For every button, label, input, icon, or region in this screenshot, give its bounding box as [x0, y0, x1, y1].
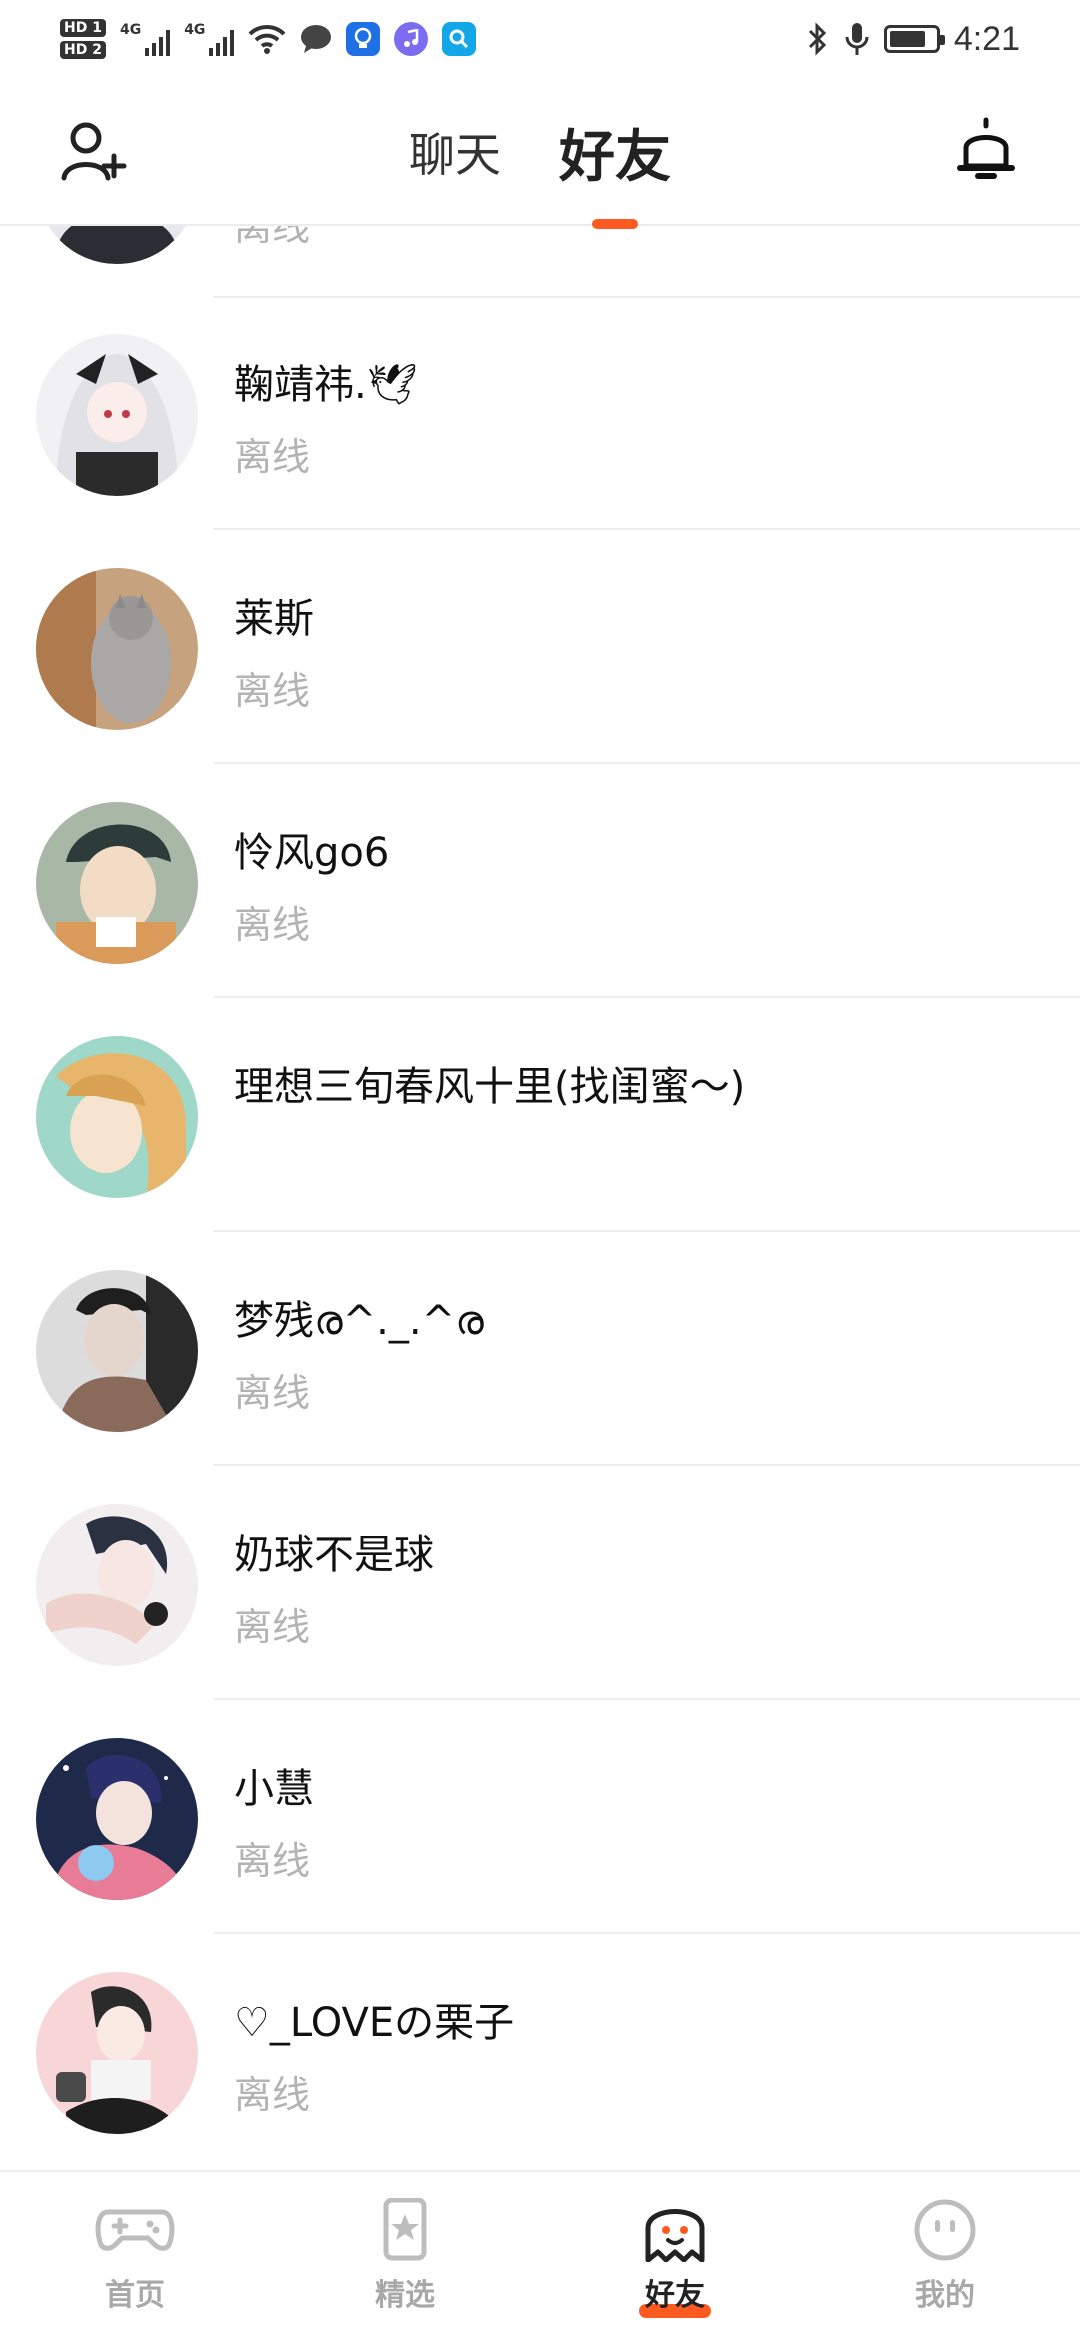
friend-row[interactable]: 鞠靖祎.🕊 离线	[0, 298, 1080, 530]
friend-status: 离线	[234, 1839, 311, 1883]
signal-icon: 4G	[184, 22, 235, 56]
friend-row[interactable]: ♡_LOVEの栗子 离线	[0, 1936, 1080, 2168]
nav-me[interactable]: 我的	[845, 2172, 1045, 2314]
lightbulb-app-icon	[346, 22, 381, 56]
friend-row[interactable]: 理想三旬春风十里(找闺蜜～)	[0, 1000, 1080, 1232]
friend-status: 离线	[234, 1371, 311, 1415]
friend-row[interactable]: 莱斯 离线	[0, 532, 1080, 764]
friend-status: 离线	[234, 669, 311, 713]
header-tabs: 聊天 好友	[0, 78, 1080, 226]
friend-name: 怜风go6	[234, 830, 390, 876]
avatar	[36, 1036, 198, 1198]
friend-name: 小慧	[234, 1766, 314, 1812]
nav-featured[interactable]: 精选	[305, 2172, 505, 2314]
status-bar: HD 1 HD 2 4G 4G 4:21	[0, 0, 1080, 78]
friend-row[interactable]: 怜风go6 离线	[0, 766, 1080, 998]
nav-label: 精选	[375, 2278, 435, 2313]
friends-screen: 离线 鞠靖祎.🕊 离线 莱斯 离线 怜风go6 离线 理想三旬春风十里(找闺蜜～…	[0, 0, 1080, 2340]
friend-list[interactable]: 离线 鞠靖祎.🕊 离线 莱斯 离线 怜风go6 离线 理想三旬春风十里(找闺蜜～…	[0, 0, 1080, 2340]
friend-row[interactable]: 小慧 离线	[0, 1702, 1080, 1934]
row-divider	[214, 1230, 1080, 1232]
row-divider	[214, 1932, 1080, 1934]
row-divider	[214, 528, 1080, 530]
friend-name: 理想三旬春风十里(找闺蜜～)	[234, 1064, 746, 1110]
network-tag: 4G	[119, 22, 142, 38]
row-divider	[214, 1698, 1080, 1700]
gamepad-icon	[95, 2209, 175, 2251]
face-icon	[914, 2199, 976, 2261]
bell-icon	[957, 117, 1015, 179]
avatar	[36, 1738, 198, 1900]
sim2-badge: HD 2	[60, 41, 106, 59]
sim1-badge: HD 1	[60, 19, 106, 37]
bluetooth-icon	[808, 22, 826, 56]
avatar	[36, 1270, 198, 1432]
message-icon	[301, 25, 332, 53]
nav-label: 好友	[639, 2270, 711, 2318]
friend-row[interactable]: 奶球不是球 离线	[0, 1468, 1080, 1700]
avatar	[36, 802, 198, 964]
friend-row[interactable]: 梦残ര^._.^ര 离线	[0, 1234, 1080, 1466]
friend-name: ♡_LOVEの栗子	[234, 2000, 515, 2046]
friend-status: 离线	[234, 2073, 311, 2117]
friend-status: 离线	[234, 435, 311, 479]
nav-home[interactable]: 首页	[35, 2172, 235, 2314]
tab-friends[interactable]: 好友	[555, 112, 675, 193]
friend-name: 梦残ര^._.^ര	[234, 1298, 484, 1344]
avatar	[36, 1504, 198, 1666]
wifi-icon	[249, 24, 286, 54]
music-app-icon	[394, 22, 429, 56]
friend-name: 鞠靖祎.🕊	[234, 362, 418, 408]
nav-friends[interactable]: 好友	[575, 2172, 775, 2318]
avatar	[36, 1972, 198, 2134]
top-header: 聊天 好友	[0, 78, 1080, 226]
sim-indicators: HD 1 HD 2	[60, 19, 106, 59]
battery-icon	[883, 25, 945, 53]
signal-icon: 4G	[119, 22, 171, 56]
bottom-nav: 首页 精选 好友 我的	[0, 2170, 1080, 2340]
friend-name: 莱斯	[234, 596, 314, 642]
microphone-icon	[845, 23, 869, 55]
row-divider	[214, 762, 1080, 764]
nav-label: 首页	[105, 2278, 165, 2313]
row-divider	[214, 996, 1080, 998]
friend-name: 奶球不是球	[234, 1532, 434, 1578]
status-time: 4:21	[953, 19, 1020, 58]
friend-status: 离线	[234, 1605, 311, 1649]
nav-label: 我的	[915, 2278, 975, 2313]
avatar	[36, 568, 198, 730]
ghost-icon	[645, 2209, 705, 2262]
network-tag: 4G	[184, 22, 206, 38]
tab-chat[interactable]: 聊天	[405, 119, 505, 185]
avatar	[36, 334, 198, 496]
search-app-icon	[442, 22, 477, 56]
star-bookmark-icon	[383, 2198, 427, 2261]
notifications-button[interactable]	[950, 114, 1022, 186]
friend-status: 离线	[234, 903, 311, 947]
row-divider	[214, 1464, 1080, 1466]
